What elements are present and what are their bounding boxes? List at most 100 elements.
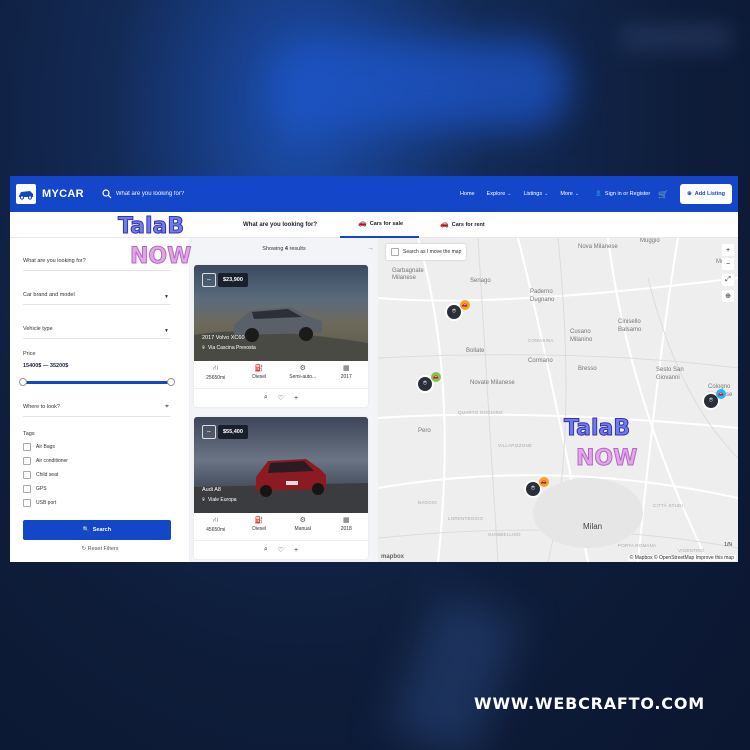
map-label: Garbagnate Milanese	[392, 268, 424, 281]
spec-transmission: ⚙ Manual	[281, 513, 325, 540]
user-icon: 👤	[595, 191, 602, 197]
add-listing-button[interactable]: ⊕ Add Listing	[680, 184, 732, 204]
map-label: Paderno Dugnano	[530, 289, 555, 303]
app-window: MYCAR What are you looking for? Home Exp…	[10, 176, 738, 562]
nav-home[interactable]: Home	[460, 191, 475, 197]
tag-checkbox[interactable]: Air conditioner	[23, 457, 68, 465]
watermark-text: TalaB	[563, 416, 631, 442]
map-panel[interactable]: Nova Milanese Muggiò Monz Garbagnate Mil…	[378, 238, 738, 562]
tab-cars-for-sale[interactable]: 🚗 Cars for sale	[340, 212, 420, 238]
mileage-value: 25650mi	[206, 375, 226, 381]
map-label: Nova Milanese	[578, 244, 618, 250]
location-label: Via Cascina Prevosta	[208, 345, 256, 351]
tab-label: Cars for rent	[451, 222, 485, 228]
checkbox[interactable]	[23, 485, 31, 493]
transmission-value: Semi-auto...	[289, 374, 317, 380]
car-badge-icon: 🚗	[539, 477, 549, 487]
brand-model-select[interactable]: Car brand and model ▼	[23, 292, 171, 305]
cart-icon[interactable]: 🛒	[658, 190, 668, 199]
map-label: BAGGIO	[418, 500, 437, 505]
checkbox[interactable]	[23, 499, 31, 507]
map-label: Novate Milanese	[470, 380, 515, 386]
checkbox[interactable]	[391, 248, 399, 256]
search-input[interactable]: What are you looking for?	[116, 191, 184, 197]
search-as-move-toggle[interactable]: Search as I move the map	[386, 244, 467, 260]
chevron-down-icon: ▼	[164, 294, 169, 300]
spec-fuel: ⛽ Diesel	[238, 361, 282, 388]
watermark-text: NOW	[129, 244, 192, 270]
listing-card[interactable]: ⇔ $55,400 Audi A8 ⌾ Viale Europa ⛙ 45650mi…	[194, 417, 368, 559]
card-actions: ⌕ ♡ +	[194, 389, 368, 407]
compare-icon[interactable]: ⇔	[202, 425, 216, 439]
checkbox[interactable]	[23, 457, 31, 465]
car-title[interactable]: Audi A8	[202, 487, 221, 493]
year-value: 2018	[340, 526, 352, 532]
add-listing-label: Add Listing	[694, 191, 725, 197]
arrow-right-icon[interactable]: →	[367, 245, 374, 252]
spec-row: ⛙ 25650mi ⛽ Diesel ⚙ Semi-auto... ▦ 2017	[194, 361, 368, 389]
zoom-icon[interactable]: ⌕	[264, 394, 268, 402]
spec-year: ▦ 2018	[325, 513, 369, 540]
nav-more-label: More	[560, 191, 573, 197]
car-photo[interactable]: ⇔ $55,400 Audi A8 ⌾ Viale Europa	[194, 417, 368, 513]
scale-indicator[interactable]: 1/N	[724, 542, 732, 548]
price-min-handle[interactable]	[19, 378, 27, 386]
price-badge: $55,400	[218, 425, 248, 439]
plus-icon[interactable]: +	[294, 395, 298, 402]
fullscreen-icon[interactable]: ⤢	[722, 274, 734, 286]
map-label: PORTA ROMANA	[618, 543, 657, 548]
mapbox-logo[interactable]: mapbox	[381, 554, 404, 560]
pin-icon: ⌾	[202, 497, 206, 503]
brand-name[interactable]: MYCAR	[42, 188, 84, 200]
search-button-label: Search	[92, 527, 112, 533]
signin-link[interactable]: 👤 Sign in or Register	[595, 191, 650, 197]
location-field[interactable]: Where to look? ⌖	[23, 403, 171, 417]
search-button[interactable]: 🔍 Search	[23, 520, 171, 540]
map-label: QUARTO OGGIARO	[458, 410, 503, 415]
zoom-icon[interactable]: ⌕	[264, 546, 268, 554]
tag-label: GPS	[36, 486, 47, 492]
checkbox[interactable]	[23, 471, 31, 479]
zoom-out-button[interactable]: −	[722, 258, 734, 270]
map-label: Cusano Milanino	[570, 329, 593, 343]
heart-icon[interactable]: ♡	[278, 546, 284, 554]
pin-icon: ⌾	[202, 345, 206, 351]
gear-icon: ⚙	[299, 517, 306, 524]
car-badge-icon: 🚗	[716, 389, 726, 399]
showing-prefix: Showing	[262, 246, 284, 252]
map-label: Cinisello Balsamo	[618, 319, 642, 333]
locate-icon[interactable]: ⊕	[722, 290, 734, 302]
price-label: Price	[23, 351, 36, 357]
nav-listings[interactable]: Listings ⌄	[523, 191, 548, 197]
checkbox[interactable]	[23, 443, 31, 451]
tag-checkbox[interactable]: USB port	[23, 499, 56, 507]
tag-label: Child seat	[36, 472, 59, 478]
tag-checkbox[interactable]: Child seat	[23, 471, 58, 479]
price-slider[interactable]	[19, 378, 175, 386]
search-icon[interactable]	[102, 189, 112, 199]
tab-cars-for-rent[interactable]: 🚗 Cars for rent	[440, 212, 485, 238]
tag-checkbox[interactable]: Air Bags	[23, 443, 55, 451]
chevron-down-icon: ⌄	[507, 191, 512, 197]
map-attribution[interactable]: © Mapbox © OpenStreetMap Improve this ma…	[627, 555, 736, 561]
spec-mileage: ⛙ 25650mi	[194, 361, 238, 388]
car-badge-icon: 🚗	[460, 300, 470, 310]
price-max-handle[interactable]	[167, 378, 175, 386]
nav-explore[interactable]: Explore ⌄	[487, 191, 512, 197]
location-target-icon[interactable]: ⌖	[165, 403, 169, 411]
zoom-in-button[interactable]: +	[722, 244, 734, 256]
spec-mileage: ⛙ 45650mi	[194, 513, 238, 540]
vehicle-type-select[interactable]: Vehicle type ▼	[23, 326, 171, 339]
tabs-heading: What are you looking for?	[243, 222, 318, 228]
nav-more[interactable]: More ⌄	[560, 191, 579, 197]
spec-fuel: ⛽ Diesel	[238, 513, 282, 540]
price-range-value: 15400$ — 35200$	[23, 363, 69, 369]
plus-icon[interactable]: +	[294, 547, 298, 554]
tag-checkbox[interactable]: GPS	[23, 485, 47, 493]
mileage-value: 45650mi	[206, 527, 226, 533]
reset-filters-link[interactable]: ↻ Reset Filters	[10, 546, 190, 552]
map-label: Milan	[583, 522, 603, 531]
logo-icon[interactable]	[16, 184, 36, 204]
heart-icon[interactable]: ♡	[278, 394, 284, 402]
car-title[interactable]: 2017 Volvo XC60	[202, 335, 245, 341]
